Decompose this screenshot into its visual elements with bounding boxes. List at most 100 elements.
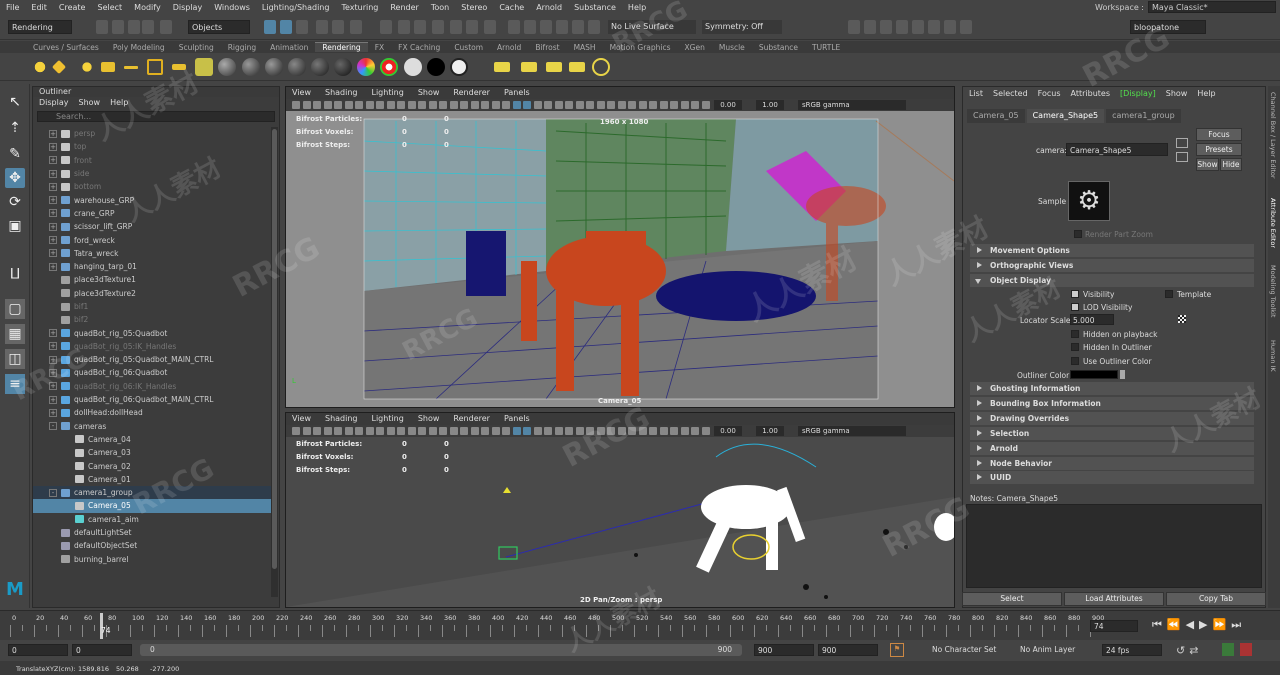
- checker-sphere-icon[interactable]: [380, 58, 398, 76]
- viewport-tool-icon[interactable]: [596, 101, 605, 109]
- viewport-tool-icon[interactable]: [607, 101, 615, 109]
- outliner-layout-icon[interactable]: ≡: [5, 374, 25, 394]
- status-tool-icon[interactable]: [588, 20, 600, 34]
- viewport-tool-icon[interactable]: [470, 101, 479, 109]
- viewport-tool-icon[interactable]: [670, 427, 678, 435]
- gamma-field[interactable]: 1.00: [756, 100, 784, 110]
- lasso-tool-icon[interactable]: ⇡: [5, 118, 25, 138]
- expand-icon[interactable]: +: [49, 342, 57, 351]
- viewport-tool-icon[interactable]: [575, 101, 584, 109]
- current-frame-field[interactable]: 74: [1090, 620, 1138, 632]
- outliner-item[interactable]: Camera_02: [33, 459, 271, 472]
- select-tool-icon[interactable]: ↖: [5, 92, 25, 112]
- live-surface-field[interactable]: No Live Surface: [608, 20, 696, 34]
- status-tool-icon[interactable]: [896, 20, 908, 34]
- status-tool-icon[interactable]: [960, 20, 972, 34]
- viewport-tool-icon[interactable]: [386, 427, 395, 435]
- outliner-item[interactable]: + side: [33, 167, 271, 180]
- viewport-tool-icon[interactable]: [313, 427, 321, 435]
- expand-icon[interactable]: +: [49, 395, 57, 404]
- viewport-tool-icon[interactable]: [397, 427, 405, 435]
- viewport-tool-icon[interactable]: [418, 427, 426, 435]
- viewport-tool-icon[interactable]: [449, 101, 458, 109]
- viewport-tool-icon[interactable]: [502, 101, 510, 109]
- vp2-menu-show[interactable]: Show: [418, 413, 440, 425]
- animation-start-field[interactable]: 0: [8, 644, 68, 656]
- viewport-tool-icon[interactable]: [491, 101, 500, 109]
- notes-field[interactable]: [966, 504, 1262, 588]
- viewport-tool-icon[interactable]: [512, 427, 521, 435]
- section-node-behavior[interactable]: Node Behavior: [970, 457, 1254, 470]
- status-tool-icon[interactable]: [280, 20, 292, 34]
- section-uuid[interactable]: UUID: [970, 471, 1254, 484]
- viewport-tool-icon[interactable]: [355, 101, 363, 109]
- menu-lighting-shading[interactable]: Lighting/Shading: [256, 3, 336, 12]
- status-tool-icon[interactable]: [380, 20, 392, 34]
- shelf-tab-arnold[interactable]: Arnold: [490, 43, 528, 52]
- expand-icon[interactable]: +: [49, 129, 57, 138]
- focus-button[interactable]: Focus: [1196, 128, 1242, 141]
- white-outlined-sphere-icon[interactable]: [450, 58, 468, 76]
- outliner-item[interactable]: + persp: [33, 127, 271, 140]
- gamma-field-bottom[interactable]: 1.00: [756, 426, 784, 436]
- outliner-item[interactable]: + top: [33, 140, 271, 153]
- section-orthographic-views[interactable]: Orthographic Views: [970, 259, 1254, 272]
- status-tool-icon[interactable]: [484, 20, 496, 34]
- expand-icon[interactable]: +: [49, 209, 57, 218]
- menu-render[interactable]: Render: [384, 3, 424, 12]
- viewport-tool-icon[interactable]: [428, 101, 437, 109]
- viewport-tool-icon[interactable]: [344, 101, 353, 109]
- expand-icon[interactable]: +: [49, 156, 57, 165]
- outliner-item[interactable]: Camera_04: [33, 433, 271, 446]
- outliner-item[interactable]: + quadBot_rig_06:IK_Handles: [33, 380, 271, 393]
- expand-icon[interactable]: +: [49, 262, 57, 271]
- outliner-item[interactable]: Camera_05: [33, 499, 271, 513]
- user-field[interactable]: bloopatone: [1130, 20, 1206, 34]
- viewport-tool-icon[interactable]: [449, 427, 458, 435]
- shelf-tab-substance[interactable]: Substance: [752, 43, 805, 52]
- ambient-light-icon[interactable]: [31, 58, 49, 76]
- viewport-tool-icon[interactable]: [586, 427, 594, 435]
- workspace-dropdown[interactable]: Maya Classic*: [1148, 1, 1276, 13]
- lambert-sphere-icon[interactable]: [242, 58, 260, 76]
- viewport-tool-icon[interactable]: [586, 101, 594, 109]
- camera-name-field[interactable]: Camera_Shape5: [1066, 143, 1168, 156]
- status-tool-icon[interactable]: [912, 20, 924, 34]
- section-bounding-box-information[interactable]: Bounding Box Information: [970, 397, 1254, 410]
- viewport-tool-icon[interactable]: [680, 101, 689, 109]
- viewport-tool-icon[interactable]: [323, 427, 332, 435]
- outliner-item[interactable]: + quadBot_rig_05:Quadbot: [33, 326, 271, 339]
- status-tool-icon[interactable]: [112, 20, 124, 34]
- blinn-sphere-icon[interactable]: [218, 58, 236, 76]
- paint-select-icon[interactable]: ✎: [5, 144, 25, 164]
- selection-mode-dropdown[interactable]: Objects: [188, 20, 250, 34]
- attr-menu-selected[interactable]: Selected: [993, 87, 1028, 101]
- shelf-tab-custom[interactable]: Custom: [447, 43, 490, 52]
- area-light-icon[interactable]: [124, 66, 138, 69]
- range-slider-bar[interactable]: 0 900: [140, 644, 742, 656]
- expand-icon[interactable]: +: [49, 368, 57, 377]
- copy-tab-button[interactable]: Copy Tab: [1166, 592, 1266, 606]
- vp-menu-panels[interactable]: Panels: [504, 87, 530, 99]
- expand-icon[interactable]: +: [49, 182, 57, 191]
- status-tool-icon[interactable]: [142, 20, 154, 34]
- viewport-tool-icon[interactable]: [418, 101, 426, 109]
- shelf-tab-mash[interactable]: MASH: [567, 43, 603, 52]
- modeling-toolkit-tab[interactable]: Modeling Toolkit: [1269, 265, 1277, 317]
- viewport-tool-icon[interactable]: [344, 427, 353, 435]
- viewport-tool-icon[interactable]: [428, 427, 437, 435]
- expand-icon[interactable]: +: [49, 222, 57, 231]
- status-tool-icon[interactable]: [96, 20, 108, 34]
- menu-cache[interactable]: Cache: [493, 3, 530, 12]
- lod-visibility-checkbox[interactable]: [1071, 303, 1079, 311]
- human-ik-tab[interactable]: Human IK: [1269, 340, 1277, 372]
- four-pane-layout-icon[interactable]: ▦: [5, 324, 25, 344]
- status-tool-icon[interactable]: [848, 20, 860, 34]
- phong-sphere-icon[interactable]: [265, 58, 283, 76]
- viewport-tool-icon[interactable]: [334, 101, 342, 109]
- template-checkbox[interactable]: [1165, 290, 1173, 298]
- viewport-tool-icon[interactable]: [481, 101, 489, 109]
- playback-end-field[interactable]: 900: [754, 644, 814, 656]
- status-tool-icon[interactable]: [540, 20, 552, 34]
- channel-box-tab[interactable]: Channel Box / Layer Editor: [1269, 92, 1277, 179]
